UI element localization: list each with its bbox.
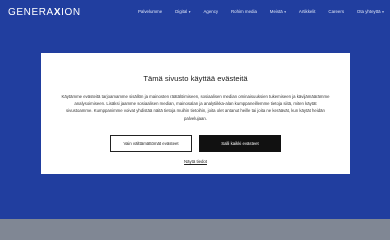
nav-label: Meistä — [269, 9, 283, 14]
cookie-dialog-body: Käytämme evästeitä tarjoamamme sisällön … — [61, 94, 330, 121]
nav-label: Digital — [175, 9, 188, 14]
nav-label: Palvelumme — [138, 9, 163, 14]
cookie-dialog-title: Tämä sivusto käyttää evästeitä — [143, 74, 248, 83]
logo-text: GENERA — [8, 7, 54, 18]
main-nav: Palvelumme Digital ▾ Agency Rohim media M… — [138, 9, 384, 14]
logo-suffix: ION — [61, 7, 81, 18]
nav-item-careers[interactable]: Careers — [328, 9, 344, 14]
chevron-down-icon: ▾ — [284, 9, 287, 14]
nav-label: Careers — [328, 9, 345, 14]
nav-item-palvelumme[interactable]: Palvelumme — [138, 9, 162, 14]
site-header: GENERAXION Palvelumme Digital ▾ Agency Ro… — [0, 0, 390, 26]
nav-item-digital[interactable]: Digital ▾ — [175, 9, 191, 14]
nav-item-artikkelit[interactable]: Artikkelit — [299, 9, 316, 14]
nav-item-meista[interactable]: Meistä ▾ — [270, 9, 286, 14]
nav-label: Artikkelit — [298, 9, 316, 14]
chevron-down-icon: ▾ — [382, 9, 384, 14]
site-logo[interactable]: GENERAXION — [8, 7, 81, 18]
nav-item-rohim-media[interactable]: Rohim media — [231, 9, 257, 14]
accept-all-cookies-button[interactable]: Salli kaikki evästeet — [199, 135, 281, 152]
nav-label: Ota yhteyttä — [356, 9, 381, 14]
necessary-cookies-button[interactable]: Vain välttämättömät evästeet — [110, 135, 192, 152]
nav-label: Agency — [203, 9, 219, 14]
nav-item-ota-yhteytta[interactable]: Ota yhteyttä ▾ — [357, 9, 384, 14]
nav-item-agency[interactable]: Agency — [203, 9, 218, 14]
nav-label: Rohim media — [231, 9, 257, 14]
show-details-link[interactable]: Näytä tiedot — [41, 159, 350, 164]
chevron-down-icon: ▾ — [188, 9, 191, 14]
cookie-consent-dialog: Tämä sivusto käyttää evästeitä Käytämme … — [41, 53, 350, 174]
